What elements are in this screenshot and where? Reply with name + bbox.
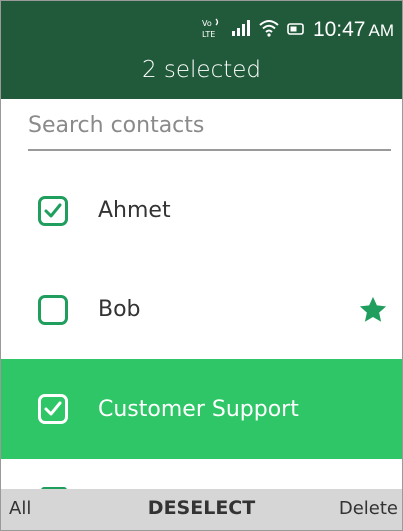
clock-time: 10:47 — [312, 18, 366, 41]
search-input[interactable] — [28, 103, 391, 138]
contact-row-ahmet[interactable]: Ahmet — [1, 162, 402, 259]
svg-text:Vo: Vo — [202, 19, 212, 28]
check-icon — [44, 401, 62, 416]
contact-row-bob[interactable]: Bob — [1, 261, 402, 358]
battery-icon — [287, 21, 305, 40]
contact-name: Ahmet — [98, 198, 171, 223]
checkbox-unchecked[interactable] — [38, 294, 68, 325]
status-bar: Vo LTE 10:47 AM — [201, 17, 394, 43]
checkbox-checked[interactable] — [38, 394, 68, 424]
signal-icon — [231, 19, 251, 41]
search-field[interactable] — [28, 103, 391, 151]
check-icon — [44, 203, 62, 217]
contact-name: Customer Support — [98, 396, 299, 422]
star-icon — [359, 296, 387, 322]
page-title: 2 selected — [141, 57, 262, 83]
volte-icon: Vo LTE — [201, 17, 223, 43]
phone-screen: Vo LTE 10:47 AM 2 selected Search contac… — [0, 0, 403, 531]
clock: 10:47 AM — [313, 18, 394, 42]
softkey-right[interactable]: Delete — [339, 498, 398, 519]
wifi-icon — [259, 19, 279, 41]
app-header: Vo LTE 10:47 AM 2 selected — [1, 1, 402, 99]
contact-row-customer-support[interactable]: Customer Support — [1, 359, 402, 459]
network-type-label: LTE — [202, 30, 215, 39]
softkey-bar: All DESELECT Delete — [1, 489, 402, 530]
clock-ampm: AM — [368, 21, 395, 40]
checkbox-checked[interactable] — [38, 195, 68, 226]
contact-row-partial[interactable] — [1, 459, 402, 491]
contact-name: Bob — [98, 297, 141, 322]
